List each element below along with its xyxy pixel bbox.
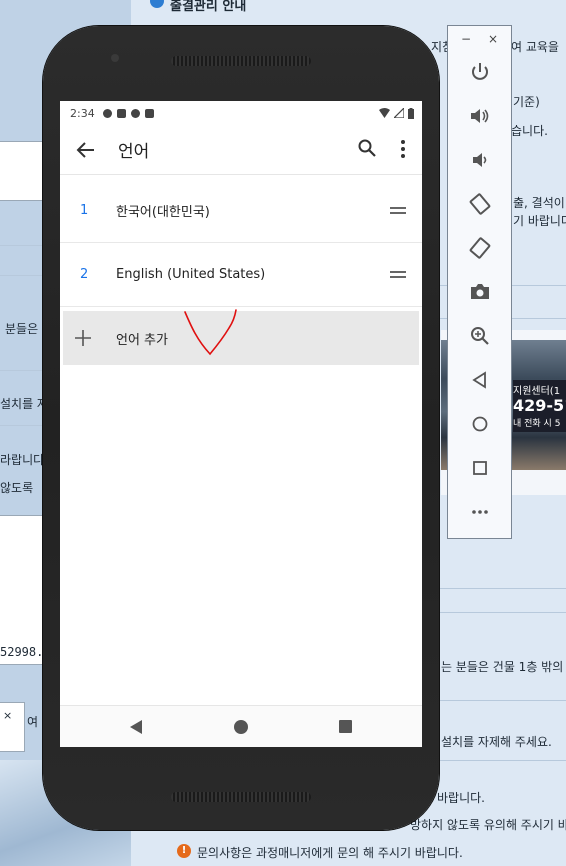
status-time: 2:34 — [70, 106, 95, 120]
navigation-bar — [60, 705, 422, 747]
check-annotation — [184, 309, 237, 356]
app-bar: 언어 — [60, 125, 422, 175]
drag-handle-icon[interactable] — [390, 271, 406, 279]
plus-icon — [75, 330, 91, 346]
language-item-korean[interactable]: 1 한국어(대한민국) — [60, 179, 422, 243]
page-title: 언어 — [118, 142, 150, 162]
language-item-english[interactable]: 2 English (United States) — [60, 243, 422, 307]
background-heading: 출결관리 안내 — [170, 0, 247, 14]
rotate-left-icon[interactable] — [468, 192, 492, 216]
background-text: 기 바랍니다 — [513, 214, 566, 228]
divider — [437, 700, 566, 701]
volume-up-icon[interactable] — [468, 104, 492, 128]
home-icon[interactable] — [468, 412, 492, 436]
phone-screen: 2:34 언어 1 한국어(대한민국) 2 English (United St… — [60, 101, 422, 747]
settings-icon — [102, 108, 112, 118]
camera-icon — [111, 54, 119, 62]
top-speaker — [171, 56, 311, 66]
notification-icons — [102, 108, 154, 118]
divider — [437, 612, 566, 613]
photo-text: 내 전화 시 5 — [513, 419, 561, 429]
back-arrow-icon[interactable] — [76, 140, 96, 160]
warning-icon: ! — [177, 844, 191, 858]
language-rank: 1 — [80, 203, 89, 218]
drag-handle-icon[interactable] — [390, 207, 406, 215]
background-window — [0, 515, 45, 665]
minimize-button[interactable]: − — [461, 32, 471, 46]
photo-text: 429-51 — [513, 396, 566, 415]
language-rank: 2 — [80, 267, 89, 282]
overview-icon[interactable] — [468, 456, 492, 480]
divider — [437, 760, 566, 761]
shield-icon — [116, 108, 126, 118]
background-text: 설치를 자 — [0, 397, 48, 411]
divider — [437, 588, 566, 589]
background-text: 라랍니다. — [0, 453, 48, 467]
nav-back-icon[interactable] — [129, 720, 143, 734]
background-text: 설치를 자제해 주세요. — [441, 735, 552, 749]
background-text: 52998. — [0, 645, 44, 659]
background-window — [0, 141, 45, 201]
background-text: 방하지 않도록 유의해 주시기 바 — [410, 818, 566, 832]
power-icon[interactable] — [468, 60, 492, 84]
volume-down-icon[interactable] — [468, 148, 492, 172]
back-icon[interactable] — [468, 368, 492, 392]
nav-recents-icon[interactable] — [339, 720, 352, 733]
search-icon[interactable] — [357, 138, 377, 158]
background-text: 출, 결석이 — [513, 196, 565, 210]
close-icon[interactable]: × — [3, 709, 12, 722]
more-icon[interactable] — [468, 500, 492, 524]
language-name: English (United States) — [116, 267, 266, 282]
sync-icon — [130, 108, 140, 118]
background-text: 분들은 — [5, 322, 39, 336]
status-bar: 2:34 — [60, 101, 422, 125]
background-text: 않도록 — [0, 481, 34, 495]
camera-icon[interactable] — [468, 280, 492, 304]
photo-text: 지원센터(1 — [513, 386, 561, 397]
signal-icon — [394, 108, 404, 118]
wifi-icon — [379, 108, 390, 118]
sd-card-icon — [144, 108, 154, 118]
add-language-button[interactable]: 언어 추가 — [63, 311, 419, 365]
background-text: 바랍니다. — [437, 791, 485, 805]
background-text: 기준) — [513, 95, 540, 109]
add-language-label: 언어 추가 — [116, 332, 168, 348]
background-text: 는 분들은 건물 1층 밖의 — [441, 660, 564, 674]
background-text: 습니다. — [511, 124, 548, 138]
background-text: 여 교육을 — [511, 40, 559, 54]
photo-sign: 지원센터(1 429-51 내 전화 시 5 — [513, 380, 566, 432]
background-text: 문의사항은 과정매니저에게 문의 해 주시기 바랍니다. — [197, 846, 463, 860]
nav-home-icon[interactable] — [234, 720, 248, 734]
bottom-speaker — [171, 792, 311, 802]
battery-icon — [408, 107, 414, 119]
system-icons — [379, 107, 414, 119]
zoom-icon[interactable] — [468, 324, 492, 348]
more-options-icon[interactable] — [393, 138, 413, 160]
language-name: 한국어(대한민국) — [116, 205, 210, 220]
rotate-right-icon[interactable] — [468, 236, 492, 260]
close-button[interactable]: × — [488, 32, 498, 46]
emulator-toolbar: − × — [447, 25, 512, 539]
